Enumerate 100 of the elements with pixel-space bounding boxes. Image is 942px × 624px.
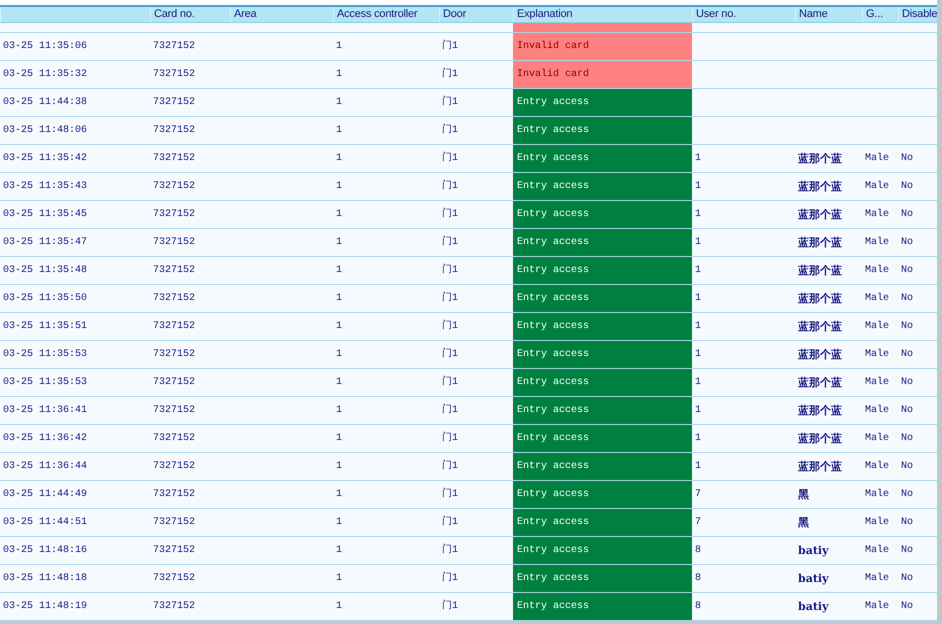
column-header[interactable]: Access controller (333, 7, 439, 22)
table-cell-text: 7327152 (152, 376, 196, 390)
table-cell-text: 门1 (441, 374, 460, 390)
table-cell-text: 门1 (441, 542, 460, 558)
table-cell-text: No (900, 460, 914, 474)
table-cell-text: 1 (694, 320, 702, 334)
table-cell-text: Male (864, 376, 890, 390)
table-cell-text: 1 (335, 292, 344, 306)
table-cell-text: 03-25 11:36:42 (2, 432, 88, 446)
table-cell-text: Male (864, 208, 890, 222)
status-cell: Entry access (513, 509, 692, 536)
table-cell-text: 门1 (441, 570, 460, 586)
table-cell-text: 7327152 (152, 180, 196, 194)
table-cell-text: 03-25 11:44:49 (2, 488, 88, 502)
table-cell-text: 1 (335, 404, 344, 418)
column-header[interactable]: User no. (692, 7, 795, 22)
table-cell-text: 7327152 (152, 236, 196, 250)
table-cell-text: 1 (694, 152, 702, 166)
table-cell-text: 03-25 11:35:06 (2, 40, 88, 54)
column-header[interactable]: Area (230, 7, 333, 22)
table-cell-text: Male (864, 516, 890, 530)
table-cell-text: 7327152 (152, 572, 196, 586)
table-cell-text: 1 (335, 208, 344, 222)
table-cell-text: 03-25 11:35:43 (2, 180, 88, 194)
table-cell-text: 门1 (441, 458, 460, 474)
status-cell: Invalid card (513, 61, 692, 88)
table-cell-text: Male (864, 432, 890, 446)
table-cell-text: 门1 (441, 122, 460, 138)
table-cell-text: 03-25 11:35:32 (2, 68, 88, 82)
table-cell-text: No (900, 488, 914, 502)
status-cell: Entry access (513, 425, 692, 452)
table-cell-text: 8 (694, 600, 702, 614)
table-cell-text: 门1 (441, 38, 460, 54)
table-cell-text: 1 (335, 320, 344, 334)
table-cell-text: 1 (694, 348, 702, 362)
table-cell-text: 门1 (441, 514, 460, 530)
table-cell-text: 1 (335, 600, 344, 614)
column-header[interactable]: Explanation (513, 7, 692, 22)
table-cell-text: Male (864, 572, 890, 586)
table-cell-text: 7327152 (152, 432, 196, 446)
table-cell-text: 03-25 11:48:18 (2, 572, 88, 586)
table-cell-text: 蓝那个蓝 (797, 375, 843, 391)
table-cell-text: 7327152 (152, 208, 196, 222)
table-cell-text: 03-25 11:35:45 (2, 208, 88, 222)
table-cell-text: 03-25 11:35:50 (2, 292, 88, 306)
table-cell-text: 1 (335, 376, 344, 390)
status-cell: Entry access (513, 201, 692, 228)
table-cell-text: 7327152 (152, 68, 196, 82)
table-cell-text: 蓝那个蓝 (797, 459, 843, 475)
status-cell: Entry access (513, 481, 692, 508)
status-cell: Entry access (513, 257, 692, 284)
table-cell-text: 7327152 (152, 152, 196, 166)
table-cell-text: 门1 (441, 150, 460, 166)
table-cell-text: 03-25 11:44:38 (2, 96, 88, 110)
table-cell-text: 1 (694, 264, 702, 278)
table-cell-text: 门1 (441, 318, 460, 334)
table-cell-text: No (900, 152, 914, 166)
table-cell-text: 1 (694, 404, 702, 418)
column-header[interactable]: Disable (898, 7, 937, 22)
status-cell: Entry access (513, 565, 692, 592)
table-cell-text: No (900, 600, 914, 614)
table-cell-text: Male (864, 488, 890, 502)
table-cell-text: 蓝那个蓝 (797, 263, 843, 279)
status-cell: Entry access (513, 369, 692, 396)
table-cell-text: 1 (335, 152, 344, 166)
column-header[interactable]: Card no. (150, 7, 230, 22)
table-cell-text: Male (864, 348, 890, 362)
table-cell-text: Male (864, 236, 890, 250)
table-cell-text: 03-25 11:35:53 (2, 376, 88, 390)
table-cell-text: 1 (335, 40, 344, 54)
table-cell-text: 蓝那个蓝 (797, 179, 843, 195)
table-cell-text: 1 (694, 376, 702, 390)
column-header[interactable]: G... (862, 7, 898, 22)
status-cell: Entry access (513, 117, 692, 144)
table-cell-text: 1 (335, 124, 344, 138)
table-cell-text: No (900, 292, 914, 306)
status-cell: Entry access (513, 89, 692, 116)
table-cell-text: Male (864, 264, 890, 278)
column-header[interactable]: Door (439, 7, 513, 22)
table-cell-text: 1 (335, 516, 344, 530)
table-cell-text: 03-25 11:36:41 (2, 404, 88, 418)
table-cell-text: Male (864, 600, 890, 614)
table-cell-text: 1 (694, 208, 702, 222)
table-cell-text: 1 (694, 236, 702, 250)
table-cell-text: batiy (797, 571, 830, 587)
table-cell-text: 门1 (441, 430, 460, 446)
column-header[interactable]: Name (795, 7, 862, 22)
table-cell-text: 1 (335, 348, 344, 362)
table-cell-text: Male (864, 292, 890, 306)
status-cell: Entry access (513, 397, 692, 424)
status-cell: Entry access (513, 313, 692, 340)
table-cell-text: 蓝那个蓝 (797, 431, 843, 447)
table-cell-text: 黑 (797, 487, 810, 503)
table-cell-text: 03-25 11:44:51 (2, 516, 88, 530)
table-cell-text: Male (864, 320, 890, 334)
table-cell-text: 8 (694, 572, 702, 586)
table-cell-text: No (900, 320, 914, 334)
table-cell-text: 1 (694, 180, 702, 194)
table-cell-text: 7327152 (152, 124, 196, 138)
table-cell-text: Male (864, 544, 890, 558)
